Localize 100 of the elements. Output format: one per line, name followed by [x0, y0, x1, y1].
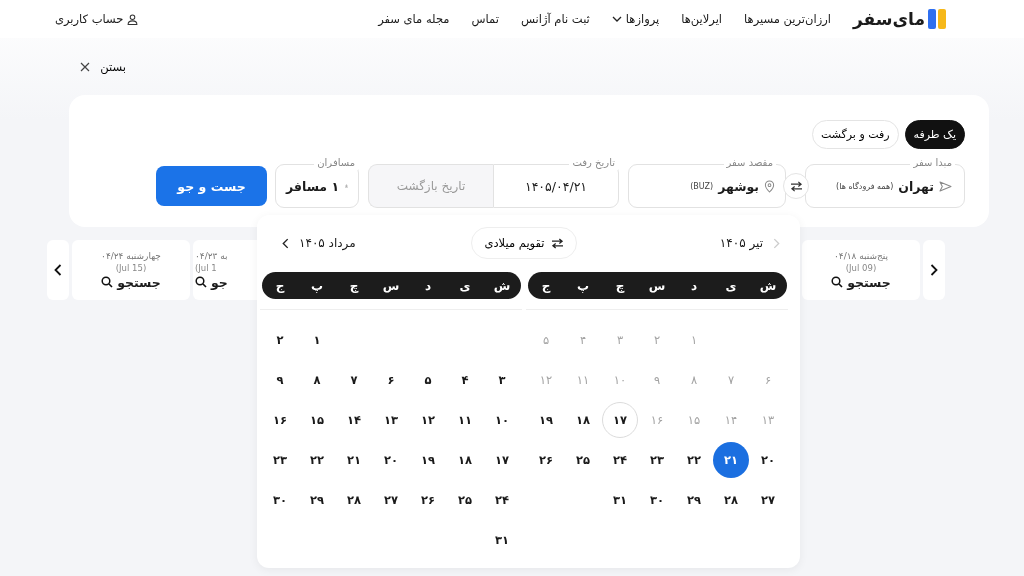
- weekday-label: چ: [614, 278, 626, 293]
- calendar-day[interactable]: ۱۲: [410, 402, 446, 438]
- weekday-label: ی: [458, 278, 472, 293]
- calendar-toggle-button[interactable]: تقویم میلادی: [471, 227, 577, 259]
- calendar-day[interactable]: ۱۶: [262, 402, 298, 438]
- calendar-day[interactable]: ۲۳: [262, 442, 298, 478]
- next-month-icon[interactable]: [282, 237, 289, 249]
- calendar-day[interactable]: ۲۸: [336, 482, 372, 518]
- calendar-day[interactable]: ۱۴: [336, 402, 372, 438]
- weekday-label: د: [423, 278, 433, 293]
- calendar-day[interactable]: ۶: [373, 362, 409, 398]
- chevron-left-icon: [54, 264, 62, 276]
- calendar-day[interactable]: ۲۱: [336, 442, 372, 478]
- weekday-label: د: [689, 278, 699, 293]
- date-label: به ۰۴/۲۳: [195, 250, 228, 261]
- calendar-day[interactable]: ۲۲: [299, 442, 335, 478]
- calendar-day[interactable]: ۵: [410, 362, 446, 398]
- calendar-day[interactable]: ۹: [262, 362, 298, 398]
- calendar-day[interactable]: ۲۷: [373, 482, 409, 518]
- calendar-day[interactable]: ۱۰: [484, 402, 520, 438]
- weekday-label: ش: [492, 278, 512, 293]
- nav-link[interactable]: مجله مای سفر: [378, 12, 450, 26]
- calendar-day[interactable]: ۲۱: [713, 442, 749, 478]
- passenger-count: ۱ مسافر: [286, 178, 340, 194]
- calendar-day[interactable]: ۳: [484, 362, 520, 398]
- month-title: تیر ۱۴۰۵: [719, 236, 763, 250]
- calendar-day[interactable]: ۸: [299, 362, 335, 398]
- previous-arrow-button[interactable]: [47, 240, 69, 300]
- weekday-label: ش: [758, 278, 778, 293]
- calendar-day[interactable]: ۲۰: [373, 442, 409, 478]
- calendar-day[interactable]: ۲۶: [528, 442, 564, 478]
- calendar-day[interactable]: ۲۴: [602, 442, 638, 478]
- calendar-day[interactable]: ۴: [447, 362, 483, 398]
- city-name: بوشهر: [718, 178, 759, 194]
- calendar-day[interactable]: ۲۴: [484, 482, 520, 518]
- calendar-day[interactable]: ۱۸: [565, 402, 601, 438]
- calendar-day[interactable]: ۲۲: [676, 442, 712, 478]
- weekday-label: ج: [274, 278, 286, 293]
- calendar-day[interactable]: ۱۹: [410, 442, 446, 478]
- nav-link[interactable]: تماس: [471, 12, 499, 26]
- search-icon: [831, 276, 844, 288]
- calendar-day[interactable]: ۳۰: [639, 482, 675, 518]
- calendar-day[interactable]: ۲۹: [676, 482, 712, 518]
- search-icon: [195, 276, 207, 288]
- calendar-day[interactable]: ۷: [336, 362, 372, 398]
- swap-button[interactable]: [783, 173, 809, 199]
- nav-link[interactable]: پروازها: [611, 12, 660, 26]
- chevron-right-icon: [930, 264, 938, 276]
- search-icon: [101, 276, 114, 288]
- calendar-day[interactable]: ۲۵: [565, 442, 601, 478]
- airport-code: (BUZ): [690, 181, 714, 191]
- calendar-day[interactable]: ۲۷: [750, 482, 786, 518]
- previous-month-icon[interactable]: [773, 237, 780, 249]
- trip-type-tab[interactable]: یک طرفه: [904, 120, 965, 149]
- city-name: تهران: [898, 178, 934, 194]
- gregorian-date: (Jul 15): [115, 262, 147, 273]
- close-button[interactable]: بستن: [78, 57, 128, 76]
- calendar-day[interactable]: ۲۳: [639, 442, 675, 478]
- nav-link[interactable]: ارزان‌ترین مسیرها: [744, 12, 831, 26]
- logo-text[interactable]: مای‌سفر: [852, 9, 925, 29]
- search-link[interactable]: جو: [195, 274, 228, 290]
- close-icon: [80, 61, 91, 72]
- calendar-day[interactable]: ۱۹: [528, 402, 564, 438]
- calendar-day[interactable]: ۲۹: [299, 482, 335, 518]
- calendar-day[interactable]: ۳۱: [602, 482, 638, 518]
- gregorian-date: (Jul 1: [195, 262, 217, 273]
- next-arrow-button[interactable]: [923, 240, 945, 300]
- airport-note: (همه فرودگاه ها): [836, 181, 894, 191]
- nav-link[interactable]: ایرلاین‌ها: [681, 12, 723, 26]
- calendar-day[interactable]: ۱۱: [447, 402, 483, 438]
- calendar-day[interactable]: ۳۰: [262, 482, 298, 518]
- field-label: مسافران: [314, 156, 358, 170]
- calendar-day[interactable]: ۱۸: [447, 442, 483, 478]
- calendar-day[interactable]: ۲۸: [713, 482, 749, 518]
- send-icon: [939, 180, 952, 192]
- calendar-day[interactable]: ۲۵: [447, 482, 483, 518]
- calendar-day[interactable]: ۲۰: [750, 442, 786, 478]
- swap-arrows-icon: [550, 237, 564, 249]
- trip-type-tab[interactable]: رفت و برگشت: [811, 120, 899, 149]
- calendar-day[interactable]: ۱: [299, 322, 335, 358]
- calendar-day[interactable]: ۱۳: [373, 402, 409, 438]
- calendar-day[interactable]: ۱۵: [299, 402, 335, 438]
- weekday-label: ی: [724, 278, 738, 293]
- calendar-day[interactable]: ۱۷: [484, 442, 520, 478]
- search-link[interactable]: جستجو: [101, 274, 161, 290]
- weekday-label: چ: [348, 278, 360, 293]
- field-label: تاریخ رفت: [569, 156, 618, 170]
- weekday-label: پ: [575, 278, 591, 293]
- account-link[interactable]: حساب کاربری: [55, 12, 139, 26]
- weekday-label: ج: [540, 278, 552, 293]
- gregorian-date: (Jul 09): [845, 262, 877, 273]
- calendar-day[interactable]: ۲: [262, 322, 298, 358]
- calendar-day[interactable]: ۲۶: [410, 482, 446, 518]
- nav-link[interactable]: ثبت نام آژانس: [520, 12, 590, 26]
- search-link[interactable]: جستجو: [831, 274, 891, 290]
- date-label: پنج‌شنبه ۰۴/۱۸: [833, 250, 889, 261]
- date-label: چهارشنبه ۰۴/۲۴: [101, 250, 161, 261]
- swap-arrows-icon: [789, 180, 803, 192]
- calendar-day[interactable]: ۳۱: [484, 522, 520, 558]
- search-button[interactable]: جست و جو: [156, 166, 267, 206]
